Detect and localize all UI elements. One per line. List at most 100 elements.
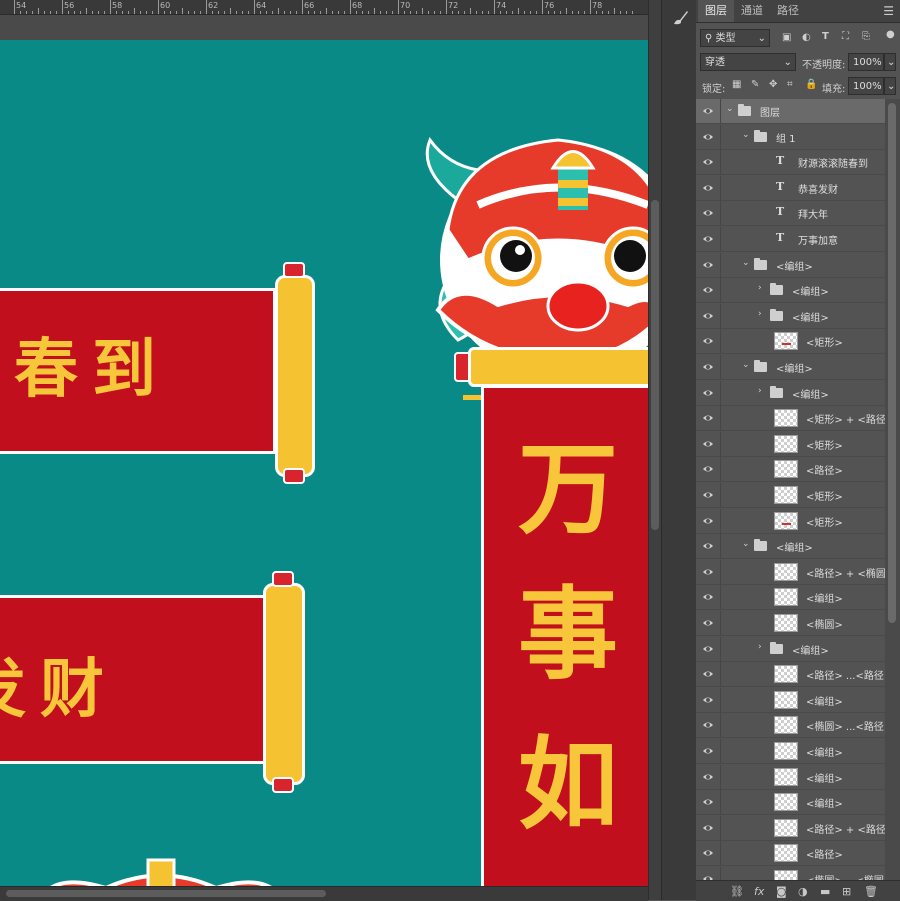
chevron-down-icon[interactable]: ⌄	[742, 360, 750, 370]
layer-row[interactable]: › <编组>	[696, 637, 885, 662]
lock-transparent-icon[interactable]: ▦	[732, 79, 741, 90]
layers-scroll-thumb[interactable]	[888, 103, 896, 623]
canvas-vertical-scroll-thumb[interactable]	[651, 200, 659, 530]
eye-icon[interactable]	[702, 361, 714, 373]
layer-list[interactable]: ⌄ 图层 ⌄ 组 1 T 财源滚滚随春到 T 恭喜发财 T 拜大年 T 万事加意 ⌄ <编组> › <编组> ›…	[696, 99, 885, 883]
layer-row[interactable]: T 拜大年	[696, 201, 885, 226]
layer-row[interactable]: ⌄ 图层	[696, 99, 885, 124]
eye-icon[interactable]	[702, 335, 714, 347]
eye-icon[interactable]	[702, 515, 714, 527]
eye-icon[interactable]	[702, 207, 714, 219]
document-canvas[interactable]: 春到 发财 万 事 如	[0, 40, 648, 900]
eye-icon[interactable]	[702, 694, 714, 706]
layer-row[interactable]: T 万事加意	[696, 227, 885, 252]
eye-icon[interactable]	[702, 489, 714, 501]
layer-row[interactable]: <编组>	[696, 739, 885, 764]
eye-icon[interactable]	[702, 591, 714, 603]
opacity-dropdown[interactable]: ⌄	[884, 53, 896, 71]
delete-icon[interactable]: 🗑	[864, 885, 878, 898]
lock-artboard-icon[interactable]: ⌗	[787, 79, 793, 90]
layer-row[interactable]: <路径> + <路径>	[696, 816, 885, 841]
adjustment-icon[interactable]: ◑	[798, 885, 808, 898]
filter-smartobject-icon[interactable]: ⎘	[862, 31, 870, 42]
eye-icon[interactable]	[702, 822, 714, 834]
layer-row[interactable]: ⌄ <编组>	[696, 355, 885, 380]
eye-icon[interactable]	[702, 438, 714, 450]
eye-icon[interactable]	[702, 131, 714, 143]
layer-row[interactable]: T 恭喜发财	[696, 176, 885, 201]
chevron-right-icon[interactable]: ›	[758, 309, 762, 319]
fx-icon[interactable]: fx	[754, 885, 764, 898]
tab-layers[interactable]: 图层	[698, 0, 734, 22]
eye-icon[interactable]	[702, 463, 714, 475]
link-icon[interactable]: ⛓	[730, 885, 744, 898]
layer-row[interactable]: <椭圆>	[696, 611, 885, 636]
filter-shape-icon[interactable]: ⛶	[842, 31, 849, 42]
layer-row[interactable]: › <编组>	[696, 304, 885, 329]
new-group-icon[interactable]: ▬	[820, 885, 830, 898]
eye-icon[interactable]	[702, 668, 714, 680]
eye-icon[interactable]	[702, 796, 714, 808]
fill-dropdown[interactable]: ⌄	[884, 77, 896, 95]
eye-icon[interactable]	[702, 233, 714, 245]
eye-icon[interactable]	[702, 540, 714, 552]
eye-icon[interactable]	[702, 745, 714, 757]
new-layer-icon[interactable]: ⊞	[842, 885, 851, 898]
eye-icon[interactable]	[702, 719, 714, 731]
layer-row[interactable]: <编组>	[696, 688, 885, 713]
eye-icon[interactable]	[702, 566, 714, 578]
panel-menu-icon[interactable]: ☰	[883, 4, 894, 18]
layer-row[interactable]: <编组>	[696, 790, 885, 815]
layer-row[interactable]: <矩形>	[696, 432, 885, 457]
layer-row[interactable]: T 财源滚滚随春到	[696, 150, 885, 175]
chevron-right-icon[interactable]: ›	[758, 283, 762, 293]
eye-icon[interactable]	[702, 643, 714, 655]
lock-pixels-icon[interactable]: ✎	[751, 79, 759, 90]
eye-icon[interactable]	[702, 182, 714, 194]
eye-icon[interactable]	[702, 617, 714, 629]
opacity-input[interactable]: 100%	[848, 53, 884, 71]
filter-toggle-icon[interactable]: ●	[886, 29, 895, 40]
eye-icon[interactable]	[702, 387, 714, 399]
chevron-down-icon[interactable]: ⌄	[742, 539, 750, 549]
fill-input[interactable]: 100%	[848, 77, 884, 95]
filter-pixel-icon[interactable]: ▣	[782, 32, 791, 43]
chevron-right-icon[interactable]: ›	[758, 642, 762, 652]
chevron-down-icon[interactable]: ⌄	[726, 104, 734, 114]
eye-icon[interactable]	[702, 771, 714, 783]
layer-row[interactable]: <矩形>	[696, 483, 885, 508]
brush-icon[interactable]	[670, 8, 690, 28]
eye-icon[interactable]	[702, 105, 714, 117]
canvas-horizontal-scrollbar[interactable]	[0, 886, 648, 901]
layer-row[interactable]: <编组>	[696, 765, 885, 790]
lock-all-icon[interactable]: 🔒	[805, 79, 817, 90]
layer-row[interactable]: <路径> + <椭圆>	[696, 560, 885, 585]
tab-paths[interactable]: 路径	[770, 0, 806, 22]
chevron-down-icon[interactable]: ⌄	[742, 130, 750, 140]
layer-row[interactable]: <矩形>	[696, 509, 885, 534]
mask-icon[interactable]: ◙	[776, 885, 787, 898]
filter-adjustment-icon[interactable]: ◐	[802, 32, 811, 43]
layers-scrollbar[interactable]	[885, 99, 900, 883]
layer-row[interactable]: <路径> ...<路径>	[696, 662, 885, 687]
layer-row[interactable]: <编组>	[696, 585, 885, 610]
filter-type-icon[interactable]: T	[822, 31, 829, 42]
eye-icon[interactable]	[702, 284, 714, 296]
eye-icon[interactable]	[702, 310, 714, 322]
canvas-vertical-scrollbar[interactable]	[648, 0, 661, 900]
layer-row[interactable]: ⌄ <编组>	[696, 253, 885, 278]
eye-icon[interactable]	[702, 412, 714, 424]
layer-row[interactable]: › <编组>	[696, 381, 885, 406]
layer-row[interactable]: <椭圆> ...<路径>	[696, 713, 885, 738]
layer-row[interactable]: <矩形>	[696, 329, 885, 354]
tab-channels[interactable]: 通道	[734, 0, 770, 22]
chevron-right-icon[interactable]: ›	[758, 386, 762, 396]
layer-row[interactable]: › <编组>	[696, 278, 885, 303]
layer-row[interactable]: ⌄ <编组>	[696, 534, 885, 559]
layer-row[interactable]: ⌄ 组 1	[696, 125, 885, 150]
eye-icon[interactable]	[702, 259, 714, 271]
eye-icon[interactable]	[702, 156, 714, 168]
chevron-down-icon[interactable]: ⌄	[742, 258, 750, 268]
lock-position-icon[interactable]: ✥	[769, 79, 777, 90]
layer-row[interactable]: <路径>	[696, 457, 885, 482]
